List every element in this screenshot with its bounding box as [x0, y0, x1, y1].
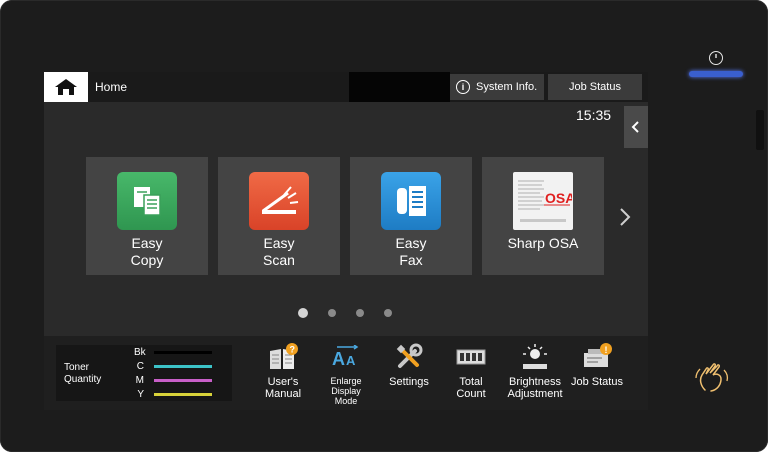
job-status-label: Job Status [569, 81, 621, 93]
page-title: Home [95, 80, 128, 94]
job-status-function-button[interactable]: ! Job Status [567, 342, 627, 410]
function-label: Job Status [571, 376, 623, 388]
home-icon [55, 79, 77, 95]
toner-quantity: Toner Quantity Bk C M Y [56, 345, 232, 401]
message-area [349, 72, 450, 102]
home-button[interactable] [44, 72, 88, 102]
clock: 15:35 [576, 107, 612, 123]
users-manual-button[interactable]: ? User's Manual [253, 342, 313, 410]
system-info-button[interactable]: i System Info. [450, 74, 544, 100]
svg-text:?: ? [290, 345, 296, 355]
side-edge [756, 110, 764, 150]
info-icon: i [456, 80, 470, 94]
function-label: Total Count [456, 376, 486, 400]
status-led [689, 71, 743, 77]
top-bar: Home i System Info. Job Status [44, 72, 648, 102]
page-indicator [298, 308, 392, 318]
copy-icon [117, 172, 177, 230]
collapse-button[interactable] [624, 106, 648, 148]
tile-label: Sharp OSA [507, 235, 579, 251]
function-label: Settings [389, 376, 429, 388]
toner-row-y: Y [134, 389, 212, 400]
toner-row-bk: Bk [134, 347, 212, 358]
page-dot[interactable] [356, 309, 364, 317]
tile-label: Easy Copy [130, 235, 164, 268]
svg-text:A: A [346, 353, 356, 368]
easy-fax-tile[interactable]: Easy Fax [350, 157, 472, 275]
brightness-icon [520, 342, 550, 372]
svg-text:!: ! [605, 345, 608, 355]
enlarge-text-icon: A A [331, 342, 361, 372]
function-label: User's Manual [264, 376, 302, 400]
system-info-label: System Info. [476, 81, 538, 93]
power-icon[interactable] [709, 51, 723, 65]
touch-screen: Home i System Info. Job Status 15:35 Eas… [44, 72, 648, 410]
bottom-bar: Toner Quantity Bk C M Y ? User's Manual … [44, 336, 648, 410]
chevron-left-icon [631, 121, 639, 133]
job-status-icon: ! [582, 342, 612, 372]
tile-label: Easy Fax [395, 235, 427, 268]
svg-text:A: A [332, 349, 345, 369]
counter-icon [456, 342, 486, 372]
enlarge-display-mode-button[interactable]: A A Enlarge Display Mode [316, 342, 376, 410]
toner-title: Toner Quantity [64, 362, 102, 385]
easy-scan-tile[interactable]: Easy Scan [218, 157, 340, 275]
function-label: Brightness Adjustment [507, 376, 563, 400]
page-dot[interactable] [328, 309, 336, 317]
total-count-button[interactable]: Total Count [441, 342, 501, 410]
nfc-hand-icon [695, 363, 729, 392]
tools-icon [394, 342, 424, 372]
svg-text:OSA: OSA [545, 190, 572, 206]
page-dot[interactable] [298, 308, 308, 318]
osa-logo-icon: OSA [513, 172, 573, 230]
settings-button[interactable]: Settings [379, 342, 439, 410]
next-page-button[interactable] [614, 202, 636, 232]
sharp-osa-tile[interactable]: OSA Sharp OSA [482, 157, 604, 275]
easy-copy-tile[interactable]: Easy Copy [86, 157, 208, 275]
page-dot[interactable] [384, 309, 392, 317]
toner-row-c: C [134, 361, 212, 372]
toner-row-m: M [134, 375, 212, 386]
function-label: Enlarge Display Mode [330, 376, 362, 406]
scan-icon [249, 172, 309, 230]
chevron-right-icon [620, 208, 631, 226]
brightness-adjustment-button[interactable]: Brightness Adjustment [505, 342, 565, 410]
tile-label: Easy Scan [263, 235, 295, 268]
job-status-button[interactable]: Job Status [548, 74, 642, 100]
printer-panel: Home i System Info. Job Status 15:35 Eas… [0, 0, 768, 452]
fax-icon [381, 172, 441, 230]
manual-icon: ? [268, 342, 298, 372]
